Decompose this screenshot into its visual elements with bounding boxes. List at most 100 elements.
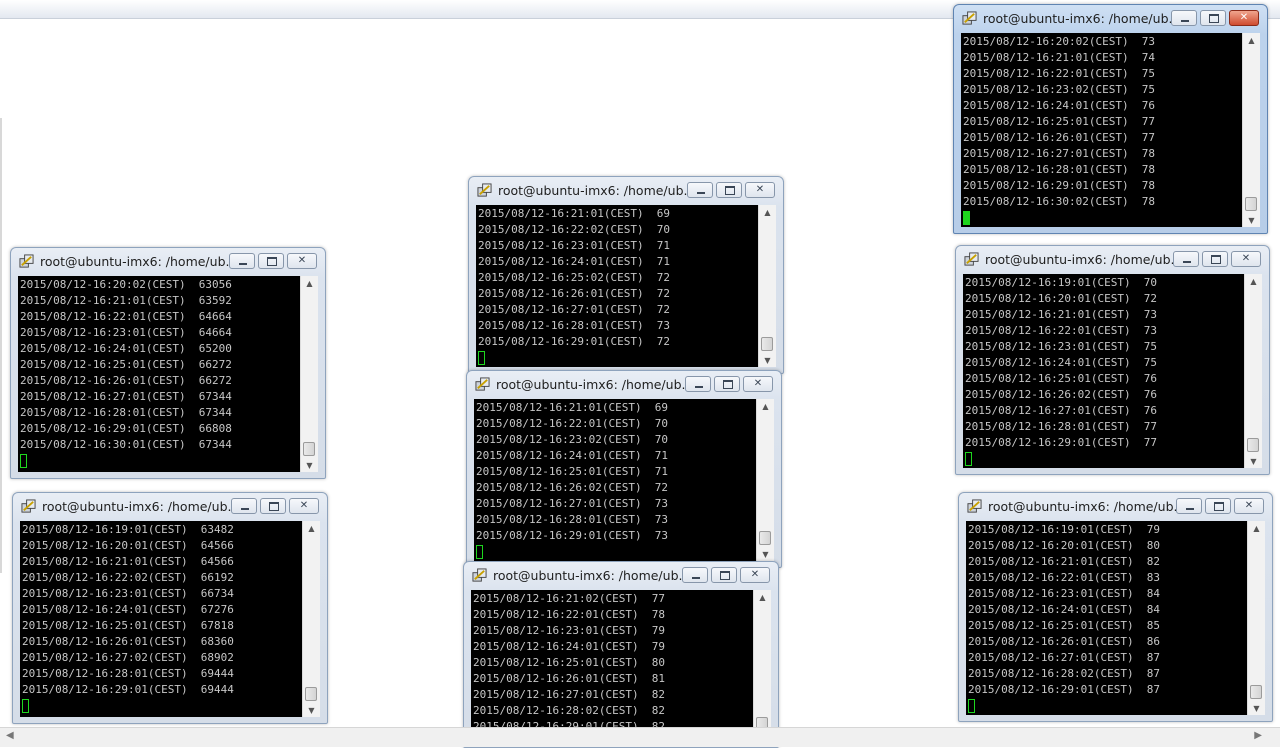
- terminal-line: 2015/08/12-16:19:01(CEST) 79: [968, 523, 1161, 536]
- terminal-window[interactable]: root@ubuntu-imx6: /home/ub... ✕ 2015/08/…: [955, 245, 1270, 475]
- terminal-window[interactable]: root@ubuntu-imx6: /home/ub... ✕ 2015/08/…: [958, 492, 1273, 722]
- scroll-up-arrow-icon[interactable]: ▲: [1243, 36, 1260, 45]
- terminal-window[interactable]: root@ubuntu-imx6: /home/ub... ✕ 2015/08/…: [463, 561, 779, 748]
- maximize-button[interactable]: [260, 498, 286, 514]
- terminal-screen[interactable]: 2015/08/12-16:20:02(CEST) 63056 2015/08/1…: [18, 276, 301, 472]
- terminal-window[interactable]: root@ubuntu-imx6: /home/ub... ✕ 2015/08/…: [10, 247, 326, 479]
- scroll-down-arrow-icon[interactable]: ▼: [757, 550, 774, 559]
- terminal-line: 2015/08/12-16:27:01(CEST) 73: [476, 497, 669, 510]
- minimize-button[interactable]: [1171, 10, 1197, 26]
- terminal-screen[interactable]: 2015/08/12-16:19:01(CEST) 70 2015/08/12-1…: [963, 274, 1245, 468]
- vertical-scrollbar[interactable]: ▲ ▼: [753, 590, 771, 747]
- vertical-scrollbar[interactable]: ▲ ▼: [1244, 274, 1262, 468]
- close-button[interactable]: ✕: [289, 498, 319, 514]
- horizontal-scrollbar[interactable]: ◀ ▶: [0, 727, 1280, 747]
- title-bar[interactable]: root@ubuntu-imx6: /home/ub... ✕: [11, 248, 325, 275]
- terminal-line: 2015/08/12-16:20:02(CEST) 73: [963, 35, 1156, 48]
- scroll-down-arrow-icon[interactable]: ▼: [303, 706, 320, 715]
- scroll-down-arrow-icon[interactable]: ▼: [301, 461, 318, 470]
- vertical-scrollbar[interactable]: ▲ ▼: [302, 521, 320, 717]
- terminal-screen[interactable]: 2015/08/12-16:21:02(CEST) 77 2015/08/12-1…: [471, 590, 754, 747]
- close-button[interactable]: ✕: [745, 182, 775, 198]
- scroll-up-arrow-icon[interactable]: ▲: [301, 279, 318, 288]
- terminal-screen[interactable]: 2015/08/12-16:21:01(CEST) 69 2015/08/12-1…: [476, 205, 759, 367]
- title-bar[interactable]: root@ubuntu-imx6: /home/ub... ✕: [13, 493, 327, 520]
- scroll-up-arrow-icon[interactable]: ▲: [1248, 524, 1265, 533]
- scrollbar-thumb[interactable]: [761, 337, 773, 351]
- terminal-screen[interactable]: 2015/08/12-16:19:01(CEST) 63482 2015/08/1…: [20, 521, 303, 717]
- title-bar[interactable]: root@ubuntu-imx6: /home/ub... ✕: [954, 5, 1267, 32]
- scroll-left-arrow-icon[interactable]: ◀: [6, 730, 14, 741]
- scroll-down-arrow-icon[interactable]: ▼: [1248, 704, 1265, 713]
- scrollbar-thumb[interactable]: [1247, 438, 1259, 452]
- maximize-button[interactable]: [1202, 251, 1228, 267]
- vertical-scrollbar[interactable]: ▲ ▼: [1242, 33, 1260, 227]
- close-button[interactable]: ✕: [743, 376, 773, 392]
- close-button[interactable]: ✕: [1234, 498, 1264, 514]
- title-bar[interactable]: root@ubuntu-imx6: /home/ub... ✕: [956, 246, 1269, 273]
- maximize-button[interactable]: [711, 567, 737, 583]
- minimize-button[interactable]: [1176, 498, 1202, 514]
- terminal-screen[interactable]: 2015/08/12-16:19:01(CEST) 79 2015/08/12-1…: [966, 521, 1248, 715]
- terminal-window[interactable]: root@ubuntu-imx6: /home/ub... ✕ 2015/08/…: [12, 492, 328, 724]
- close-button[interactable]: ✕: [740, 567, 770, 583]
- terminal-screen[interactable]: 2015/08/12-16:21:01(CEST) 69 2015/08/12-1…: [474, 399, 757, 561]
- minimize-button[interactable]: [231, 498, 257, 514]
- vertical-scrollbar[interactable]: ▲ ▼: [1247, 521, 1265, 715]
- scroll-up-arrow-icon[interactable]: ▲: [757, 402, 774, 411]
- maximize-button[interactable]: [258, 253, 284, 269]
- scrollbar-thumb[interactable]: [759, 531, 771, 545]
- vertical-scrollbar[interactable]: ▲ ▼: [758, 205, 776, 367]
- minimize-button[interactable]: [685, 376, 711, 392]
- minimize-button[interactable]: [229, 253, 255, 269]
- terminal-cursor: [476, 545, 483, 559]
- scroll-up-arrow-icon[interactable]: ▲: [754, 593, 771, 602]
- minimize-button[interactable]: [682, 567, 708, 583]
- minimize-button[interactable]: [687, 182, 713, 198]
- terminal-output: 2015/08/12-16:19:01(CEST) 70 2015/08/12-1…: [965, 275, 1157, 451]
- terminal-line: 2015/08/12-16:25:01(CEST) 85: [968, 619, 1161, 632]
- terminal-window[interactable]: root@ubuntu-imx6: /home/ub... ✕ 2015/08/…: [466, 370, 782, 568]
- maximize-button[interactable]: [714, 376, 740, 392]
- scroll-up-arrow-icon[interactable]: ▲: [759, 208, 776, 217]
- terminal-line: 2015/08/12-16:26:01(CEST) 86: [968, 635, 1161, 648]
- terminal-screen[interactable]: 2015/08/12-16:20:02(CEST) 73 2015/08/12-1…: [961, 33, 1243, 227]
- title-bar[interactable]: root@ubuntu-imx6: /home/ub... ✕: [464, 562, 778, 589]
- terminal-line: 2015/08/12-16:23:01(CEST) 84: [968, 587, 1161, 600]
- scroll-down-arrow-icon[interactable]: ▼: [759, 356, 776, 365]
- terminal-window[interactable]: root@ubuntu-imx6: /home/ub... ✕ 2015/08/…: [953, 4, 1268, 234]
- close-button[interactable]: ✕: [287, 253, 317, 269]
- close-button[interactable]: ✕: [1231, 251, 1261, 267]
- scroll-right-arrow-icon[interactable]: ▶: [1254, 730, 1262, 741]
- terminal-line: 2015/08/12-16:24:01(CEST) 84: [968, 603, 1161, 616]
- terminal-line: 2015/08/12-16:21:01(CEST) 64566: [22, 555, 234, 568]
- maximize-button[interactable]: [716, 182, 742, 198]
- terminal-cursor: [968, 699, 975, 713]
- scroll-down-arrow-icon[interactable]: ▼: [1245, 457, 1262, 466]
- scroll-down-arrow-icon[interactable]: ▼: [1243, 216, 1260, 225]
- title-bar[interactable]: root@ubuntu-imx6: /home/ub... ✕: [959, 493, 1272, 520]
- maximize-button[interactable]: [1205, 498, 1231, 514]
- maximize-button[interactable]: [1200, 10, 1226, 26]
- close-button[interactable]: ✕: [1229, 10, 1259, 26]
- terminal-output: 2015/08/12-16:21:01(CEST) 69 2015/08/12-1…: [478, 206, 670, 350]
- terminal-line: 2015/08/12-16:29:01(CEST) 73: [476, 529, 669, 542]
- scroll-up-arrow-icon[interactable]: ▲: [1245, 277, 1262, 286]
- terminal-line: 2015/08/12-16:27:01(CEST) 72: [478, 303, 671, 316]
- scrollbar-thumb[interactable]: [1250, 685, 1262, 699]
- terminal-line: 2015/08/12-16:25:01(CEST) 80: [473, 656, 666, 669]
- terminal-output: 2015/08/12-16:19:01(CEST) 63482 2015/08/1…: [22, 522, 234, 698]
- scroll-up-arrow-icon[interactable]: ▲: [303, 524, 320, 533]
- scrollbar-thumb[interactable]: [305, 687, 317, 701]
- minimize-button[interactable]: [1173, 251, 1199, 267]
- title-bar[interactable]: root@ubuntu-imx6: /home/ub... ✕: [467, 371, 781, 398]
- vertical-scrollbar[interactable]: ▲ ▼: [300, 276, 318, 472]
- vertical-scrollbar[interactable]: ▲ ▼: [756, 399, 774, 561]
- putty-icon: [964, 252, 979, 266]
- title-bar[interactable]: root@ubuntu-imx6: /home/ub... ✕: [469, 177, 783, 204]
- terminal-line: 2015/08/12-16:21:01(CEST) 82: [968, 555, 1161, 568]
- scrollbar-thumb[interactable]: [1245, 197, 1257, 211]
- scrollbar-thumb[interactable]: [303, 442, 315, 456]
- terminal-output: 2015/08/12-16:19:01(CEST) 79 2015/08/12-1…: [968, 522, 1160, 698]
- terminal-window[interactable]: root@ubuntu-imx6: /home/ub... ✕ 2015/08/…: [468, 176, 784, 374]
